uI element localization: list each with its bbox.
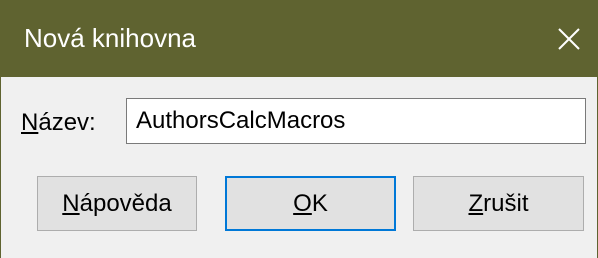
help-button[interactable]: Nápověda: [37, 176, 197, 231]
cancel-button-label: rušit: [483, 190, 529, 217]
name-label-text: ázev:: [38, 109, 96, 136]
title-bar: Nová knihovna: [1, 0, 597, 77]
dialog-title: Nová knihovna: [24, 23, 196, 53]
ok-button-label: K: [311, 190, 328, 217]
name-label: Název:: [21, 108, 96, 138]
cancel-button[interactable]: Zrušit: [413, 176, 584, 231]
ok-button-accelerator: O: [293, 190, 312, 217]
name-label-accelerator: N: [21, 109, 39, 136]
help-button-label: ápověda: [79, 190, 172, 217]
help-button-accelerator: N: [62, 190, 80, 217]
name-input[interactable]: [126, 98, 586, 144]
ok-button[interactable]: OK: [225, 176, 396, 231]
close-button[interactable]: [541, 0, 597, 77]
new-library-dialog: Nová knihovna Název: Nápověda OK Zrušit: [0, 0, 598, 258]
dialog-body: Název: Nápověda OK Zrušit: [1, 77, 597, 258]
close-icon: [558, 27, 580, 50]
cancel-button-accelerator: Z: [468, 190, 484, 217]
